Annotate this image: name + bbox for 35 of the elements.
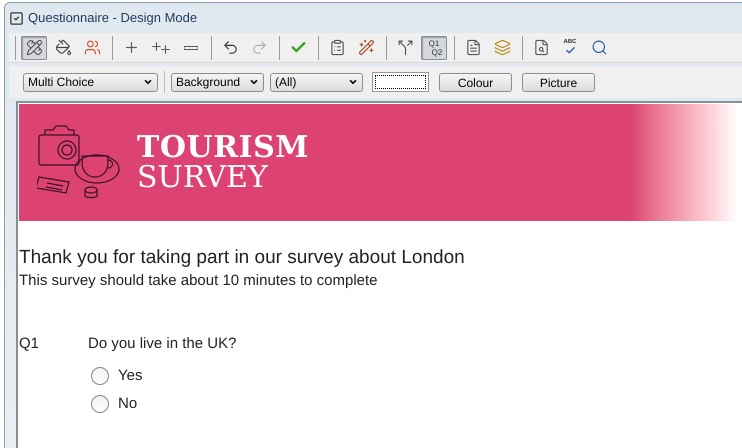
document-icon bbox=[464, 39, 482, 56]
document-search-icon bbox=[532, 39, 550, 56]
minus-icon bbox=[184, 46, 198, 50]
dropdown[interactable]: Multi Choice bbox=[23, 72, 158, 92]
ruler-pencil-icon bbox=[26, 39, 42, 56]
split-arrow-icon bbox=[396, 39, 414, 56]
clipboard-icon bbox=[328, 39, 346, 56]
banner-title: TOURISM bbox=[137, 132, 309, 162]
toolbar-text-button[interactable]: Picture bbox=[522, 72, 595, 92]
survey-intro-text: This survey should take about 10 minutes to complete bbox=[19, 271, 379, 291]
question-number: Q1 bbox=[19, 334, 40, 354]
undo-icon bbox=[222, 39, 238, 56]
toolbar-button[interactable] bbox=[21, 36, 47, 60]
redo-icon bbox=[250, 39, 268, 56]
survey-heading: Thank you for taking part in our survey about London bbox=[19, 247, 466, 269]
window-title: Questionnaire - Design Mode bbox=[28, 9, 198, 28]
search-icon bbox=[590, 39, 608, 56]
radio-button[interactable] bbox=[91, 395, 109, 414]
paint-bucket-icon bbox=[54, 39, 72, 56]
toolbar-button[interactable]: Q1 Q2 bbox=[421, 36, 447, 60]
people-icon bbox=[84, 39, 100, 56]
checklist-icon bbox=[9, 10, 24, 26]
option-label: Yes bbox=[118, 366, 142, 386]
question-text: Do you live in the UK? bbox=[88, 334, 236, 354]
checkmark-icon bbox=[564, 45, 576, 56]
toolbar-text-button[interactable]: Colour bbox=[439, 72, 512, 92]
dropdown[interactable]: (All) bbox=[270, 72, 363, 92]
dropdown[interactable]: Background bbox=[171, 72, 264, 92]
wand-icon bbox=[358, 39, 374, 56]
colour-swatch[interactable] bbox=[372, 72, 429, 92]
radio-button[interactable] bbox=[91, 366, 109, 385]
layers-icon bbox=[494, 39, 510, 56]
double-plus-icon bbox=[150, 40, 172, 56]
banner-subtitle: SURVEY bbox=[137, 162, 269, 192]
option-label: No bbox=[118, 394, 138, 414]
